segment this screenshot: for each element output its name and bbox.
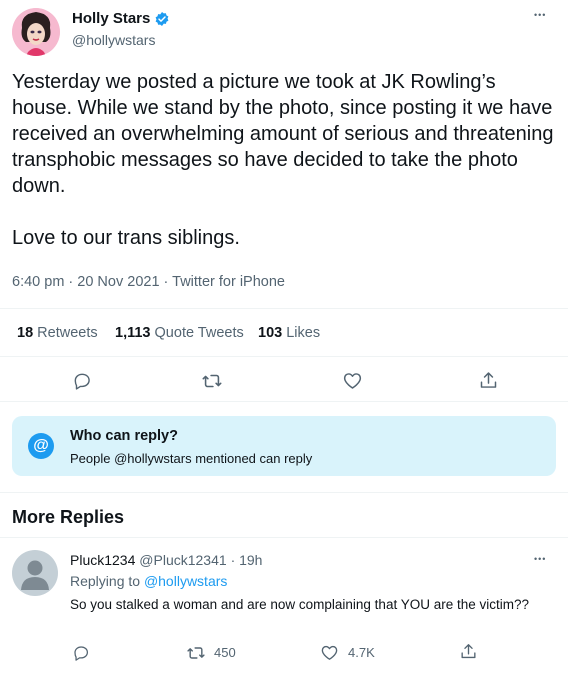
share-icon[interactable] bbox=[459, 642, 478, 661]
who-can-reply-subtitle: People @hollywstars mentioned can reply bbox=[70, 451, 313, 466]
reply-text: So you stalked a woman and are now compl… bbox=[70, 597, 529, 612]
quote-tweets-stat[interactable]: 1,113 Quote Tweets bbox=[115, 325, 244, 341]
retweet-icon[interactable] bbox=[201, 370, 223, 392]
likes-stat[interactable]: 103 Likes bbox=[258, 325, 320, 341]
replying-to: Replying to @hollywstars bbox=[70, 573, 227, 589]
verified-badge-icon bbox=[154, 11, 170, 27]
reply-author-handle[interactable]: @Pluck12341 bbox=[139, 552, 226, 568]
author-name-row[interactable]: Holly Stars bbox=[72, 10, 170, 27]
tweet-stats: 18 Retweets bbox=[17, 325, 98, 341]
reply-retweet-count: 450 bbox=[214, 645, 236, 660]
divider bbox=[0, 537, 568, 538]
reply-time[interactable]: · 19h bbox=[231, 552, 263, 568]
like-icon[interactable] bbox=[342, 370, 363, 391]
who-can-reply-box: @ Who can reply? People @hollywstars men… bbox=[12, 416, 556, 476]
divider bbox=[0, 401, 568, 402]
divider bbox=[0, 356, 568, 357]
author-avatar[interactable] bbox=[12, 8, 60, 56]
reply-icon[interactable] bbox=[72, 371, 92, 391]
more-replies-heading: More Replies bbox=[12, 507, 125, 527]
reply-like-count: 4.7K bbox=[348, 645, 375, 660]
reply-more-options-button[interactable]: ••• bbox=[534, 554, 546, 564]
who-can-reply-title: Who can reply? bbox=[70, 428, 178, 444]
tweet-source[interactable]: Twitter for iPhone bbox=[172, 274, 285, 290]
author-handle[interactable]: @hollywstars bbox=[72, 32, 155, 48]
default-avatar-icon[interactable] bbox=[12, 550, 58, 596]
author-name[interactable]: Holly Stars bbox=[72, 10, 150, 27]
reply-icon[interactable] bbox=[72, 644, 90, 662]
like-icon[interactable] bbox=[320, 643, 339, 662]
replying-to-label: Replying to bbox=[70, 573, 144, 589]
reply-author-name[interactable]: Pluck1234 bbox=[70, 552, 135, 568]
tweet-meta: 6:40 pm · 20 Nov 2021 · Twitter for iPho… bbox=[12, 274, 285, 290]
divider bbox=[0, 308, 568, 309]
replying-to-handle[interactable]: @hollywstars bbox=[144, 573, 227, 589]
tweet-timestamp[interactable]: 6:40 pm · 20 Nov 2021 · bbox=[12, 274, 172, 290]
share-icon[interactable] bbox=[478, 370, 499, 391]
more-options-button[interactable]: ••• bbox=[534, 10, 546, 20]
at-icon: @ bbox=[28, 433, 54, 459]
reply-header: Pluck1234 @Pluck12341 · 19h bbox=[70, 552, 262, 568]
retweet-icon[interactable] bbox=[186, 643, 206, 663]
tweet-text: Yesterday we posted a picture we took at… bbox=[12, 71, 554, 249]
retweets-stat[interactable]: 18 Retweets bbox=[17, 325, 98, 341]
divider bbox=[0, 492, 568, 493]
